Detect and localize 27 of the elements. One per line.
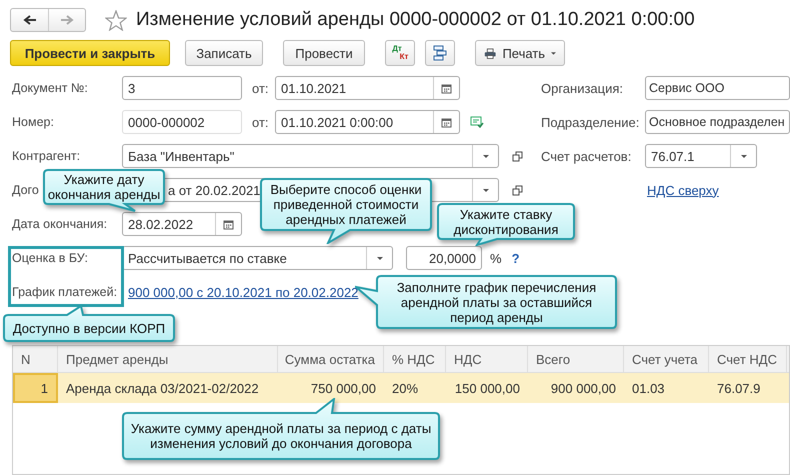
field-label: График платежей: (12, 285, 118, 299)
field-label: Дата окончания: (12, 217, 108, 231)
table-cell-text: Аренда склада 03/2021-02/2022 (65, 380, 260, 398)
field-label: Оценка в БУ: (12, 251, 88, 265)
field-label: Контрагент: (12, 149, 80, 163)
callout: Укажите ставку дисконтирования (437, 203, 575, 246)
field-label: Подразделение: (541, 114, 640, 130)
table-cell-text: 750 000,00 (310, 380, 377, 398)
table-cell: 1 (13, 373, 58, 403)
field-label: Счет расчетов: (541, 148, 632, 164)
table-cell-text: 01.03 (631, 380, 666, 398)
callout: Доступно в версии КОРП (3, 305, 175, 342)
field-label: Документ №: (12, 81, 88, 95)
field-label: Номер: (12, 115, 54, 129)
field-label: Дого (12, 183, 39, 197)
table-cell-text: 150 000,00 (454, 380, 521, 398)
callout: Укажите дату окончания аренды (43, 169, 165, 212)
field-label: от: (252, 114, 270, 130)
table-cell-text: 900 000,00 (550, 380, 617, 398)
callout: Укажите сумму арендной платы за период с даты изменения условий до окончания договора (122, 398, 440, 460)
unit-label: % (490, 250, 502, 266)
field-label: Организация: (541, 80, 624, 96)
field-label: от: (252, 80, 270, 96)
table-cell-text: 20% (391, 380, 420, 398)
table-cell-text: 76.07.9 (716, 380, 762, 398)
window-title: Изменение условий аренды 0000-000002 от 01.10.2021 0:00:00 (136, 9, 695, 31)
callout: Выберите способ оценки приведенной стоимости арендных платежей (260, 178, 432, 244)
